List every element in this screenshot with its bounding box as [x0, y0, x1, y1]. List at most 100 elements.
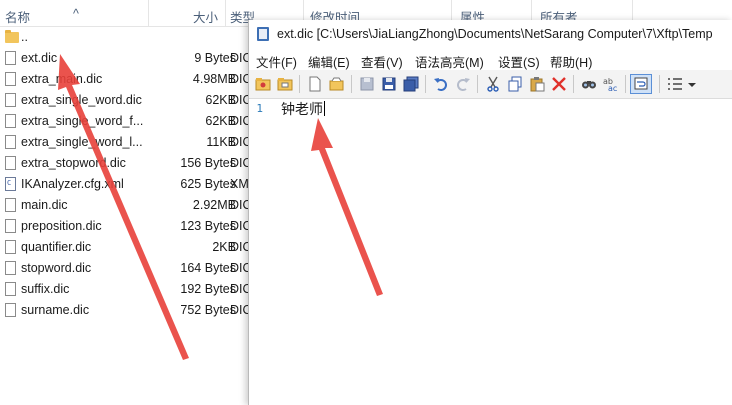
file-type: DIC [230, 156, 250, 170]
file-name[interactable]: suffix.dic [21, 282, 69, 296]
file-icon [5, 261, 16, 275]
file-size: 752 Bytes [180, 303, 236, 317]
file-type: DIC [230, 198, 250, 212]
save-icon[interactable] [381, 76, 397, 92]
file-size: 123 Bytes [180, 219, 236, 233]
file-row[interactable]: extra_single_word_l... 11KB DIC [0, 132, 250, 153]
save-disabled-icon[interactable] [359, 76, 375, 92]
delete-icon[interactable] [551, 76, 567, 92]
file-name[interactable]: stopword.dic [21, 261, 91, 275]
file-name[interactable]: surname.dic [21, 303, 89, 317]
redo-icon[interactable] [455, 76, 471, 92]
file-type: DIC [230, 51, 250, 65]
file-name[interactable]: quantifier.dic [21, 240, 91, 254]
file-icon [5, 93, 16, 107]
menu-help[interactable]: 帮助(H) [550, 52, 592, 71]
replace-icon[interactable]: ab ac [603, 76, 619, 93]
editor-text-area[interactable]: 钟老师 [281, 99, 731, 405]
file-size: 164 Bytes [180, 261, 236, 275]
file-row[interactable]: stopword.dic 164 Bytes DIC [0, 258, 250, 279]
menu-syntax[interactable]: 语法高亮(M) [415, 52, 484, 71]
file-icon [5, 114, 16, 128]
cut-icon[interactable] [485, 76, 501, 92]
file-name[interactable]: extra_single_word.dic [21, 93, 142, 107]
file-row[interactable]: extra_single_word_f... 62KB DIC [0, 111, 250, 132]
menu-view[interactable]: 查看(V) [361, 52, 403, 71]
file-row[interactable]: main.dic 2.92MB DIC [0, 195, 250, 216]
find-icon[interactable] [581, 76, 597, 92]
file-row[interactable]: ext.dic 9 Bytes DIC [0, 48, 250, 69]
file-size: 4.98MB [192, 72, 236, 86]
file-size: 156 Bytes [180, 156, 236, 170]
notepad-app-icon [257, 27, 269, 41]
file-name[interactable]: IKAnalyzer.cfg.xml [21, 177, 124, 191]
file-name[interactable]: extra_single_word_l... [21, 135, 143, 149]
save-all-icon[interactable] [403, 76, 419, 92]
file-type: DIC [230, 282, 250, 296]
file-icon [5, 198, 16, 212]
file-type: DIC [230, 72, 250, 86]
file-icon [5, 72, 16, 86]
file-size: 62KB [205, 93, 236, 107]
file-size: 9 Bytes [194, 51, 236, 65]
editor-titlebar[interactable]: ext.dic [C:\Users\JiaLiangZhong\Document… [249, 20, 732, 48]
file-name[interactable]: preposition.dic [21, 219, 102, 233]
file-row[interactable]: extra_stopword.dic 156 Bytes DIC [0, 153, 250, 174]
file-icon [5, 135, 16, 149]
file-name[interactable]: main.dic [21, 198, 68, 212]
dropdown-arrow-icon[interactable] [687, 76, 697, 92]
column-name[interactable]: 名称 [5, 7, 30, 26]
file-row[interactable]: surname.dic 752 Bytes DIC [0, 300, 250, 321]
undo-icon[interactable] [433, 76, 449, 92]
text-editor-window: ext.dic [C:\Users\JiaLiangZhong\Document… [248, 20, 732, 405]
file-row[interactable]: preposition.dic 123 Bytes DIC [0, 216, 250, 237]
new-folder-icon[interactable] [255, 76, 271, 92]
line-number-gutter: 1 [249, 99, 277, 405]
column-size[interactable]: 大小 [193, 7, 218, 26]
file-row[interactable]: .. [0, 27, 250, 48]
file-size: 2.92MB [192, 198, 236, 212]
file-type: DIC [230, 93, 250, 107]
file-row[interactable]: extra_main.dic 4.98MB DIC [0, 69, 250, 90]
new-file-icon[interactable] [307, 76, 323, 92]
file-icon [5, 156, 16, 170]
file-row[interactable]: suffix.dic 192 Bytes DIC [0, 279, 250, 300]
menu-file[interactable]: 文件(F) [256, 52, 297, 71]
list-icon[interactable] [667, 76, 683, 92]
file-size: 62KB [205, 114, 236, 128]
file-name[interactable]: .. [21, 30, 28, 44]
file-icon [5, 51, 16, 65]
file-icon [5, 303, 16, 317]
file-type: DIC [230, 114, 250, 128]
word-wrap-icon[interactable] [630, 74, 652, 94]
file-row[interactable]: extra_single_word.dic 62KB DIC [0, 90, 250, 111]
menu-settings[interactable]: 设置(S) [498, 52, 540, 71]
file-type: DIC [230, 303, 250, 317]
file-name[interactable]: extra_stopword.dic [21, 156, 126, 170]
file-type: DIC [230, 135, 250, 149]
text-caret [324, 101, 325, 116]
file-type: DIC [230, 219, 250, 233]
window-title: ext.dic [C:\Users\JiaLiangZhong\Document… [277, 27, 713, 41]
file-name[interactable]: extra_single_word_f... [21, 114, 143, 128]
file-size: 11KB [206, 135, 236, 149]
menu-edit[interactable]: 编辑(E) [308, 52, 350, 71]
open-file-icon[interactable] [329, 76, 345, 92]
file-icon [5, 282, 16, 296]
file-type: XML [230, 177, 250, 191]
file-icon [5, 219, 16, 233]
sort-ascending-icon: ^ [73, 7, 79, 21]
file-icon [5, 240, 16, 254]
paste-icon[interactable] [529, 76, 545, 92]
file-type: DIC [230, 261, 250, 275]
editor-content-line[interactable]: 钟老师 [281, 101, 323, 117]
file-name[interactable]: ext.dic [21, 51, 57, 65]
file-row[interactable]: quantifier.dic 2KB DIC [0, 237, 250, 258]
file-size: 2KB [212, 240, 236, 254]
menu-bar: 文件(F) 编辑(E) 查看(V) 语法高亮(M) 设置(S) 帮助(H) [249, 48, 732, 70]
open-folder-icon[interactable] [277, 76, 293, 92]
file-type: DIC [230, 240, 250, 254]
file-row[interactable]: IKAnalyzer.cfg.xml 625 BytesXML [0, 174, 250, 195]
file-name[interactable]: extra_main.dic [21, 72, 102, 86]
copy-icon[interactable] [507, 76, 523, 92]
